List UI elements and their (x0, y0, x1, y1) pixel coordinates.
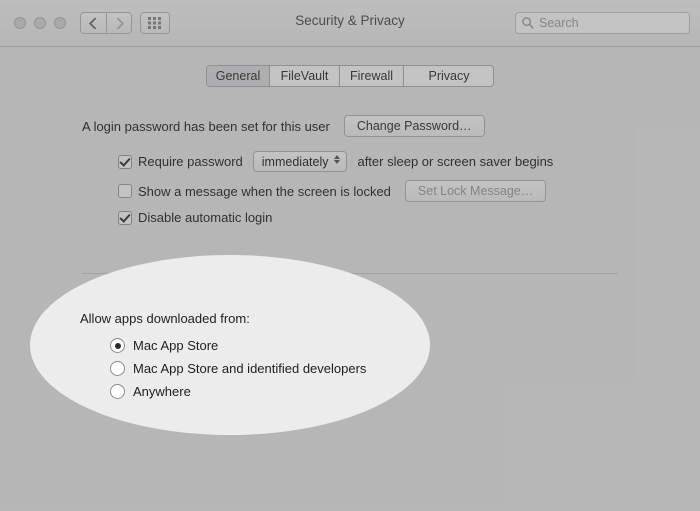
tab-bar: General FileVault Firewall Privacy (206, 65, 494, 87)
show-lock-message-label: Show a message when the screen is locked (138, 184, 391, 199)
change-password-button[interactable]: Change Password… (344, 115, 485, 137)
zoom-window-icon[interactable] (54, 17, 66, 29)
gatekeeper-option-anywhere: Anywhere (133, 384, 191, 399)
gatekeeper-radio-anywhere[interactable] (110, 384, 125, 399)
window-titlebar: Security & Privacy Search (0, 0, 700, 47)
set-lock-message-button[interactable]: Set Lock Message… (405, 180, 546, 202)
disable-auto-login-checkbox[interactable] (118, 211, 132, 225)
panel-divider (82, 273, 618, 274)
tab-firewall[interactable]: Firewall (340, 66, 404, 86)
disable-auto-login-label: Disable automatic login (138, 210, 272, 225)
search-input[interactable]: Search (515, 12, 690, 34)
require-password-label-pre: Require password (138, 154, 243, 169)
gatekeeper-option-identified: Mac App Store and identified developers (133, 361, 366, 376)
forward-button[interactable] (106, 12, 132, 34)
tab-general[interactable]: General (207, 66, 270, 86)
tab-privacy[interactable]: Privacy (404, 66, 494, 86)
show-lock-message-checkbox[interactable] (118, 184, 132, 198)
show-all-button[interactable] (140, 12, 170, 34)
require-password-label-post: after sleep or screen saver begins (357, 154, 553, 169)
gatekeeper-section: Allow apps downloaded from: Mac App Stor… (80, 311, 366, 403)
updown-arrows-icon (334, 155, 341, 164)
nav-buttons (80, 12, 132, 34)
general-panel: A login password has been set for this u… (22, 87, 678, 274)
back-button[interactable] (80, 12, 106, 34)
window-controls (14, 17, 66, 29)
gatekeeper-title: Allow apps downloaded from: (80, 311, 366, 326)
password-set-label: A login password has been set for this u… (82, 119, 330, 134)
search-icon (522, 17, 534, 29)
search-placeholder: Search (539, 16, 579, 30)
chevron-right-icon (115, 18, 124, 29)
tab-filevault[interactable]: FileVault (270, 66, 340, 86)
grid-icon (148, 17, 162, 29)
require-password-delay-select[interactable]: immediately (253, 151, 348, 172)
chevron-left-icon (89, 18, 98, 29)
gatekeeper-radio-identified[interactable] (110, 361, 125, 376)
require-password-checkbox[interactable] (118, 155, 132, 169)
require-password-delay-value: immediately (262, 155, 329, 169)
gatekeeper-radio-appstore[interactable] (110, 338, 125, 353)
close-window-icon[interactable] (14, 17, 26, 29)
gatekeeper-option-appstore: Mac App Store (133, 338, 218, 353)
minimize-window-icon[interactable] (34, 17, 46, 29)
preference-pane: General FileVault Firewall Privacy A log… (0, 47, 700, 511)
